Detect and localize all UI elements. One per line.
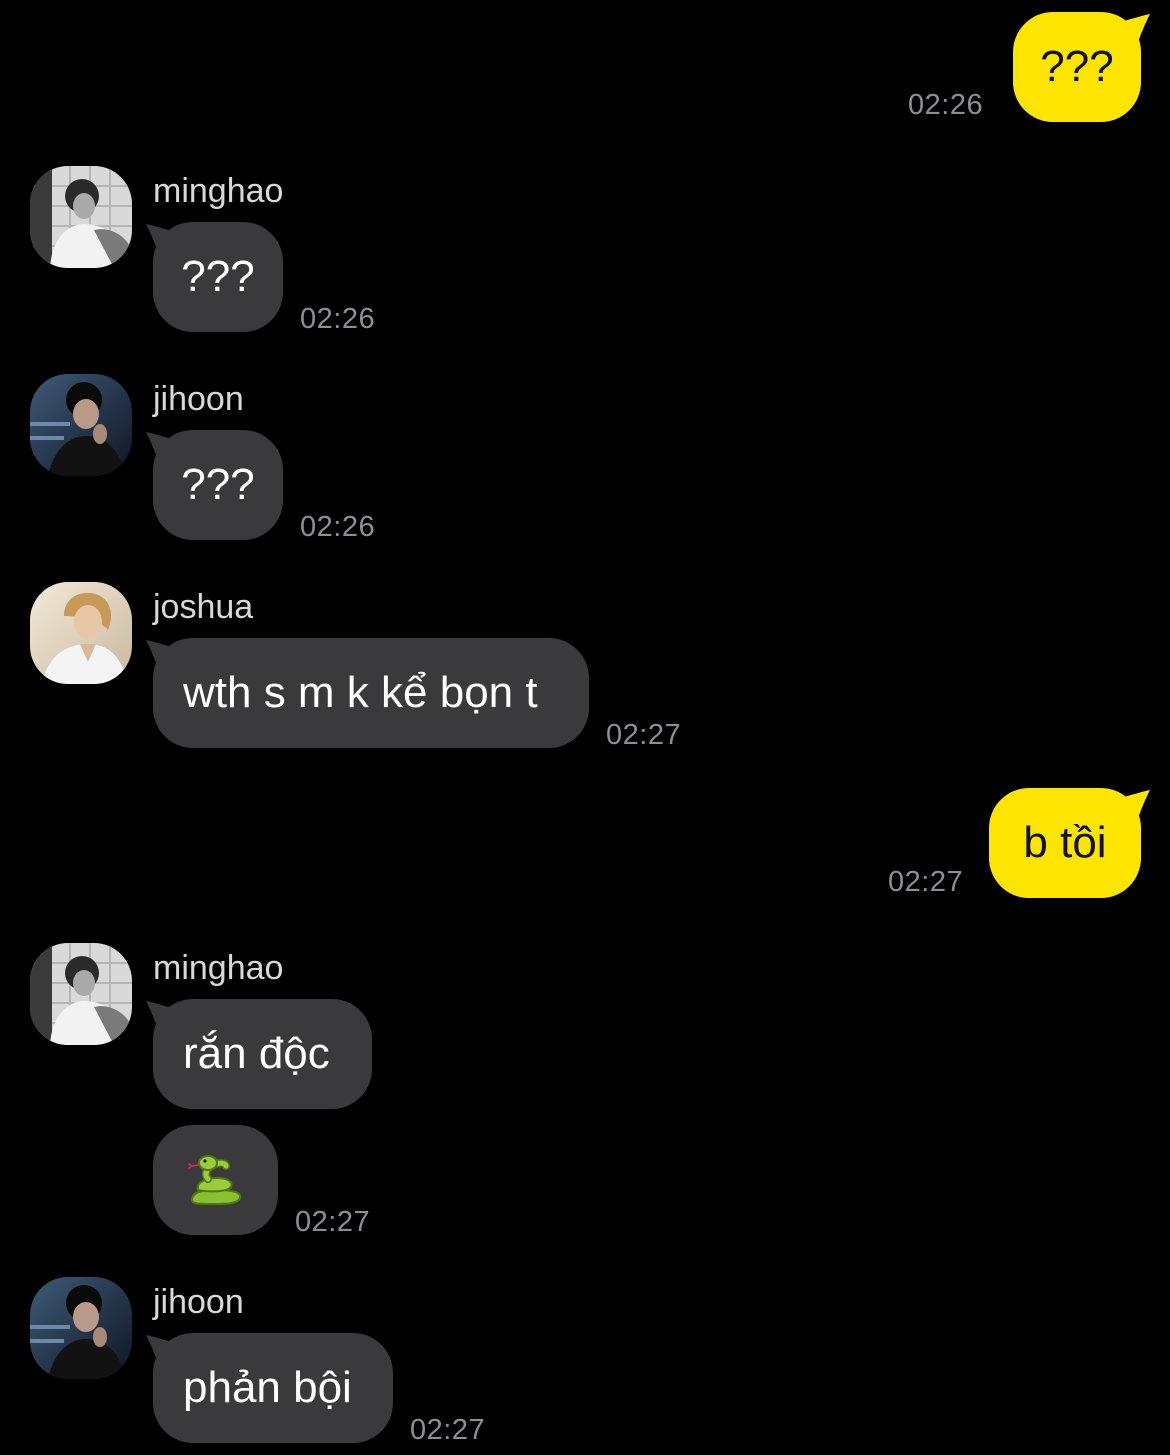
sender-name: joshua xyxy=(153,588,254,626)
message-timestamp: 02:26 xyxy=(300,511,376,543)
avatar[interactable] xyxy=(30,1277,132,1379)
message-text: ??? xyxy=(181,460,255,509)
message-timestamp: 02:27 xyxy=(410,1414,486,1446)
snake-emoji-icon xyxy=(187,1155,241,1205)
message-text: rắn độc xyxy=(183,1029,330,1078)
message-timestamp: 02:27 xyxy=(295,1206,371,1238)
message-timestamp: 02:26 xyxy=(300,303,376,335)
sender-name: minghao xyxy=(153,172,284,210)
message-text: wth s m k kể bọn t xyxy=(183,668,538,717)
message-text: ??? xyxy=(1040,42,1114,91)
message-timestamp: 02:26 xyxy=(908,89,984,121)
bubble-tail-icon xyxy=(1114,14,1150,48)
sender-name: jihoon xyxy=(153,380,244,418)
incoming-message-bubble[interactable]: phản bội xyxy=(153,1333,393,1443)
incoming-message-bubble[interactable]: ??? xyxy=(153,222,283,332)
message-text: ??? xyxy=(181,252,255,301)
incoming-emoji-bubble[interactable] xyxy=(153,1125,278,1235)
message-text: phản bội xyxy=(183,1363,352,1412)
incoming-message-bubble[interactable]: rắn độc xyxy=(153,999,372,1109)
message-timestamp: 02:27 xyxy=(888,866,964,898)
bubble-tail-icon xyxy=(1114,790,1150,824)
incoming-message-bubble[interactable]: wth s m k kể bọn t xyxy=(153,638,589,748)
avatar-photo-icon xyxy=(30,374,132,476)
avatar[interactable] xyxy=(30,374,132,476)
message-text: b tồi xyxy=(1023,818,1107,867)
message-timestamp: 02:27 xyxy=(606,719,682,751)
avatar-photo-icon xyxy=(30,582,132,684)
avatar-photo-icon xyxy=(30,166,132,268)
avatar[interactable] xyxy=(30,582,132,684)
sender-name: minghao xyxy=(153,949,284,987)
avatar[interactable] xyxy=(30,166,132,268)
sender-name: jihoon xyxy=(153,1283,244,1321)
avatar-photo-icon xyxy=(30,943,132,1045)
incoming-message-bubble[interactable]: ??? xyxy=(153,430,283,540)
avatar-photo-icon xyxy=(30,1277,132,1379)
avatar[interactable] xyxy=(30,943,132,1045)
